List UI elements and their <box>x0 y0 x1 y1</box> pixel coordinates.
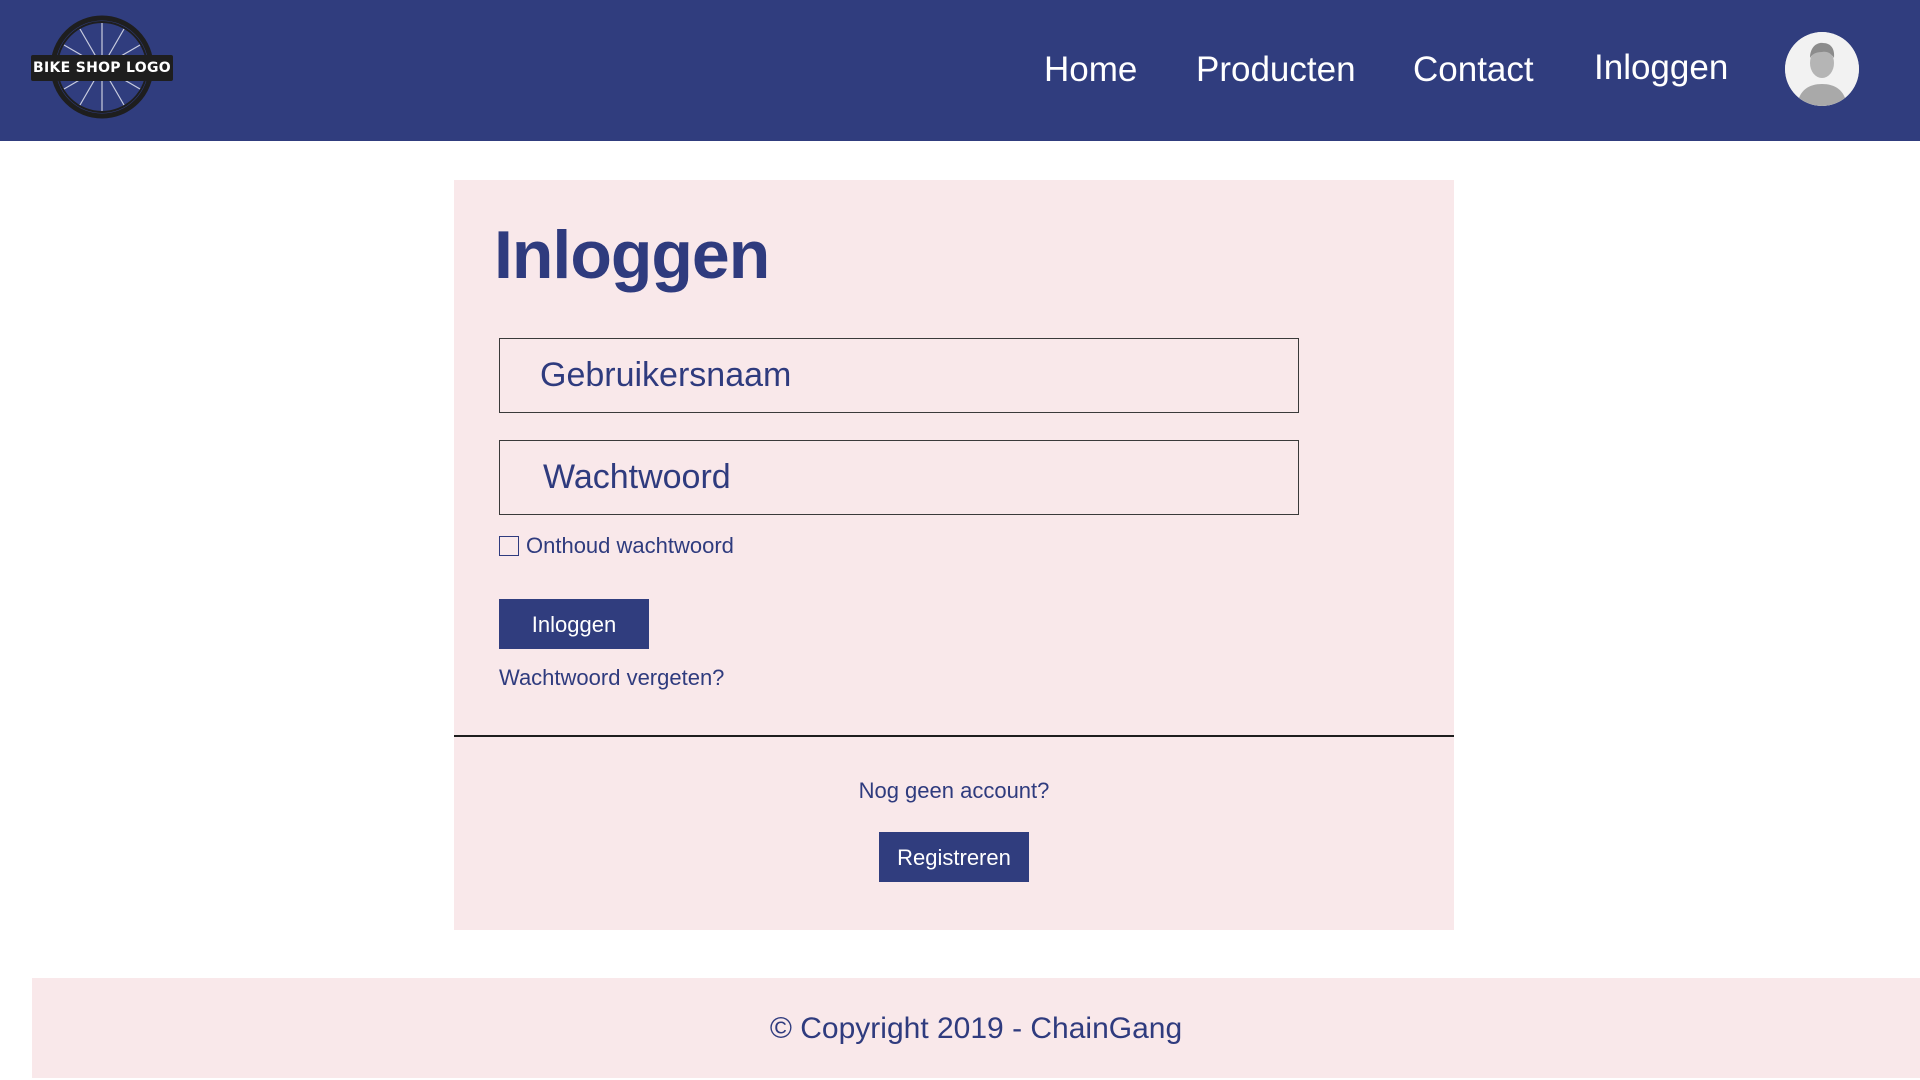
no-account-text: Nog geen account? <box>858 778 1050 803</box>
site-footer: © Copyright 2019 - ChainGang <box>32 978 1920 1078</box>
logo-text: BIKE SHOP LOGO <box>31 55 173 81</box>
password-input[interactable] <box>499 440 1299 515</box>
nav-home[interactable]: Home <box>1044 47 1137 93</box>
user-avatar-icon <box>1785 32 1859 106</box>
copyright-text: © Copyright 2019 - ChainGang <box>769 1012 1183 1045</box>
forgot-password-link[interactable]: Wachtwoord vergeten? <box>499 664 724 692</box>
page-title: Inloggen <box>494 217 770 293</box>
nav-products[interactable]: Producten <box>1196 47 1356 93</box>
remember-password-option[interactable]: Onthoud wachtwoord <box>499 532 734 560</box>
username-input[interactable] <box>499 338 1299 413</box>
user-avatar[interactable] <box>1785 32 1859 106</box>
nav-login[interactable]: Inloggen <box>1594 45 1728 91</box>
nav-contact[interactable]: Contact <box>1413 47 1534 93</box>
site-header: BIKE SHOP LOGO Home Producten Contact In… <box>0 0 1920 141</box>
remember-password-label: Onthoud wachtwoord <box>526 533 734 558</box>
login-button[interactable]: Inloggen <box>499 599 649 649</box>
panel-divider <box>454 735 1454 737</box>
bike-shop-logo[interactable]: BIKE SHOP LOGO <box>31 15 173 119</box>
login-panel: Inloggen Onthoud wachtwoord Inloggen Wac… <box>454 180 1454 930</box>
register-button[interactable]: Registreren <box>879 832 1029 882</box>
remember-password-checkbox[interactable] <box>499 536 519 556</box>
